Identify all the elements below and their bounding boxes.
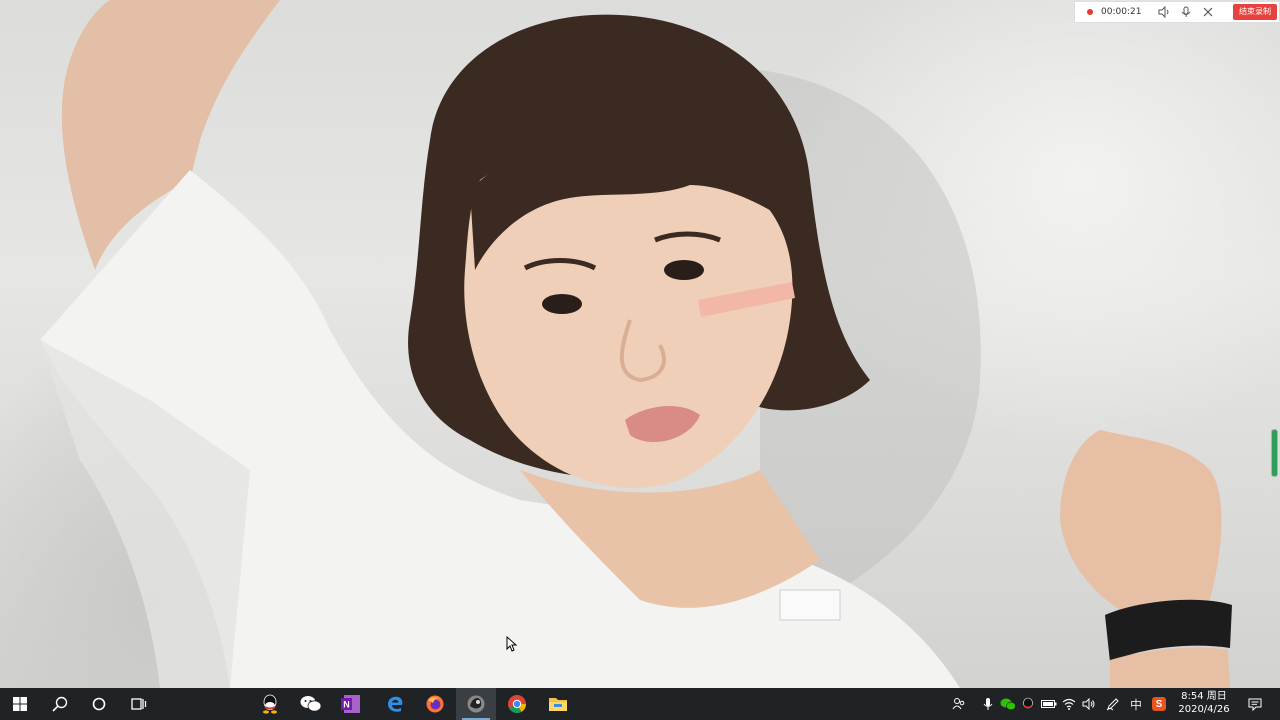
end-recording-button[interactable]: 结束录制 bbox=[1233, 4, 1277, 20]
wechat-tray-icon bbox=[1000, 698, 1016, 710]
battery-button[interactable] bbox=[1038, 688, 1060, 720]
taskbar-app-file-explorer[interactable] bbox=[538, 688, 578, 720]
desktop-wallpaper bbox=[0, 0, 1280, 688]
speaker-icon[interactable] bbox=[1157, 5, 1171, 19]
start-icon bbox=[13, 697, 27, 711]
clock-time: 8:54 周日 bbox=[1181, 691, 1227, 702]
cortana-icon bbox=[92, 697, 106, 711]
wallpaper-photo bbox=[40, 0, 1232, 688]
task-view-icon bbox=[131, 698, 147, 710]
sogou-button[interactable]: S bbox=[1148, 688, 1170, 720]
recording-timer: 00:00:21 bbox=[1101, 7, 1142, 17]
onenote-icon: N bbox=[341, 695, 360, 713]
taskbar: N 中 S 8:54 周日 2020/4/26 bbox=[0, 688, 1280, 720]
taskbar-app-chrome[interactable] bbox=[497, 688, 537, 720]
pen-icon bbox=[1106, 698, 1119, 711]
qq-tray-icon bbox=[1023, 697, 1033, 709]
close-icon[interactable] bbox=[1201, 5, 1215, 19]
cortana-button[interactable] bbox=[79, 688, 119, 720]
people-icon bbox=[952, 698, 965, 710]
clock-date: 2020/4/26 bbox=[1178, 704, 1230, 715]
volume-button[interactable] bbox=[1078, 688, 1100, 720]
volume-icon bbox=[1082, 698, 1095, 710]
chrome-icon bbox=[508, 695, 526, 714]
file-explorer-icon bbox=[549, 698, 567, 711]
wifi-button[interactable] bbox=[1058, 688, 1080, 720]
taskbar-app-photo[interactable] bbox=[456, 688, 496, 720]
search-button[interactable] bbox=[40, 688, 80, 720]
taskbar-clock[interactable]: 8:54 周日 2020/4/26 bbox=[1172, 690, 1236, 718]
mic-tray-icon bbox=[983, 698, 993, 710]
qq-icon bbox=[263, 694, 277, 714]
ime-button[interactable]: 中 bbox=[1125, 688, 1147, 720]
taskbar-app-onenote[interactable]: N bbox=[331, 688, 371, 720]
sogou-icon: S bbox=[1152, 697, 1166, 711]
recording-toolbar: 00:00:21 结束录制 bbox=[1074, 1, 1280, 23]
battery-icon bbox=[1041, 700, 1057, 708]
action-center-button[interactable] bbox=[1243, 688, 1267, 720]
pen-button[interactable] bbox=[1102, 688, 1124, 720]
taskbar-app-edge[interactable] bbox=[375, 688, 415, 720]
people-button[interactable] bbox=[948, 688, 970, 720]
firefox-icon bbox=[426, 695, 444, 713]
start-button[interactable] bbox=[0, 688, 40, 720]
edge-icon bbox=[388, 696, 403, 712]
mic-tray-button[interactable] bbox=[977, 688, 999, 720]
wechat-icon bbox=[300, 696, 322, 712]
svg-text:N: N bbox=[343, 700, 350, 710]
record-dot-icon bbox=[1087, 9, 1093, 15]
ime-icon: 中 bbox=[1129, 697, 1142, 712]
edge-scroll-indicator[interactable] bbox=[1272, 430, 1277, 476]
photo-app-icon bbox=[467, 695, 485, 713]
task-view-button[interactable] bbox=[119, 688, 159, 720]
mouse-cursor-icon bbox=[506, 636, 518, 652]
action-center-icon bbox=[1248, 698, 1262, 711]
taskbar-app-qq[interactable] bbox=[250, 688, 290, 720]
qq-tray-button[interactable] bbox=[1017, 688, 1039, 720]
microphone-icon[interactable] bbox=[1179, 5, 1193, 19]
wechat-tray-button[interactable] bbox=[997, 688, 1019, 720]
taskbar-app-wechat[interactable] bbox=[291, 688, 331, 720]
search-icon bbox=[52, 696, 68, 712]
taskbar-app-firefox[interactable] bbox=[415, 688, 455, 720]
wifi-icon bbox=[1062, 698, 1076, 710]
